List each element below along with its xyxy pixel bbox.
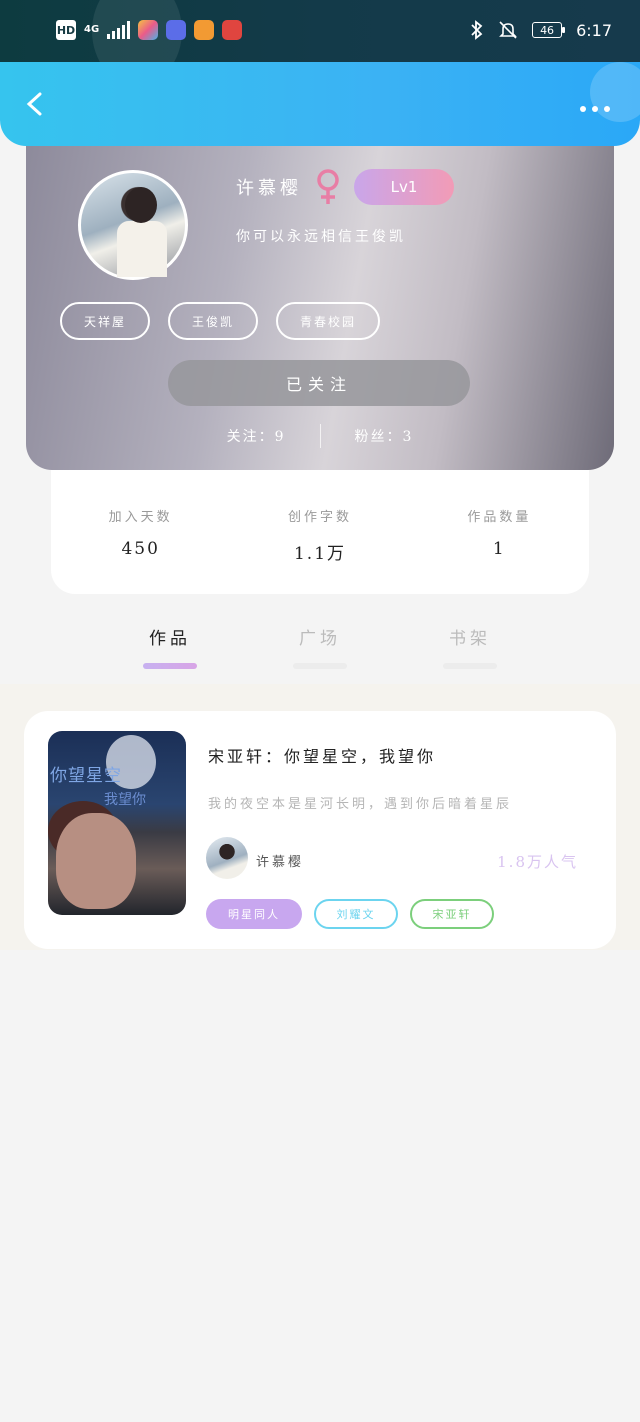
fans-label: 粉丝： — [354, 429, 403, 445]
music-app-icon — [166, 20, 187, 40]
stat-join-days: 加入天数 450 — [51, 470, 230, 594]
tab-label: 作品 — [149, 629, 191, 649]
female-icon — [317, 169, 339, 204]
cover-text: 你望星空 — [50, 766, 122, 786]
name-row: 许慕樱 Lv1 — [236, 168, 454, 206]
tab-underline — [143, 663, 197, 669]
header-decoration — [590, 62, 640, 122]
stat-word-count: 创作字数 1.1万 — [230, 470, 409, 594]
stats-divider — [319, 424, 321, 448]
work-card[interactable]: 你望星空 我望你 宋亚轩：你望星空，我望你 我的夜空本是星河长明，遇到你后暗着星… — [24, 711, 616, 949]
chevron-left-icon[interactable] — [24, 92, 48, 116]
signal-icon — [107, 21, 131, 39]
bluetooth-icon — [471, 20, 483, 40]
username: 许慕樱 — [236, 178, 302, 199]
stat-label: 创作字数 — [287, 510, 352, 525]
work-title[interactable]: 宋亚轩：你望星空，我望你 — [208, 743, 436, 767]
mute-bell-icon — [499, 21, 517, 39]
work-tags: 明星同人 刘耀文 宋亚轩 — [206, 899, 494, 929]
stat-value: 1 — [492, 539, 506, 559]
stat-value: 1.1万 — [293, 544, 347, 564]
following-label: 关注： — [226, 429, 275, 445]
status-bar-right: 46 6:17 — [470, 20, 612, 40]
level-badge: Lv1 — [354, 169, 454, 205]
follow-stats: 关注：9 粉丝：3 — [26, 424, 614, 448]
battery-icon: 46 — [532, 22, 566, 38]
tab-square[interactable]: 广场 — [290, 610, 350, 684]
tab-works[interactable]: 作品 — [140, 610, 200, 684]
tab-bookshelf[interactable]: 书架 — [440, 610, 500, 684]
cover-text: 我望你 — [104, 792, 146, 808]
avatar[interactable] — [78, 170, 188, 280]
more-dots-icon[interactable] — [580, 106, 610, 112]
profile-tag[interactable]: 天祥屋 — [60, 302, 151, 340]
motto: 你可以永远相信王俊凯 — [236, 229, 406, 245]
stat-label: 作品数量 — [467, 510, 532, 525]
follow-button[interactable]: 已关注 — [168, 360, 470, 406]
stat-works-count: 作品数量 1 — [410, 470, 589, 594]
hd-icon: HD — [56, 20, 76, 40]
tab-label: 广场 — [299, 629, 341, 649]
profile-tag[interactable]: 王俊凯 — [168, 302, 259, 340]
network-type: 4G — [84, 24, 100, 35]
tab-underline — [293, 663, 347, 669]
author-avatar[interactable] — [206, 837, 248, 879]
fans-count: 3 — [402, 429, 414, 445]
work-tag[interactable]: 宋亚轩 — [410, 899, 494, 929]
tab-underline — [443, 663, 497, 669]
tab-label: 书架 — [449, 629, 491, 649]
stat-label: 加入天数 — [108, 510, 173, 525]
fans-stat[interactable]: 粉丝：3 — [355, 426, 414, 446]
profile-tags: 天祥屋 王俊凯 青春校园 — [60, 302, 381, 340]
top-app-bar — [0, 62, 640, 146]
following-count: 9 — [274, 429, 286, 445]
author-name[interactable]: 许慕樱 — [256, 851, 304, 870]
popularity-count: 1.8万人气 — [497, 853, 578, 871]
status-bar: HD 4G 46 6:17 — [0, 0, 640, 86]
status-bar-left: HD 4G — [56, 20, 243, 40]
work-summary: 我的夜空本是星河长明，遇到你后暗着星辰 — [208, 797, 513, 812]
stat-value: 450 — [121, 539, 160, 559]
profile-card: 许慕樱 Lv1 你可以永远相信王俊凯 天祥屋 王俊凯 青春校园 已关注 关注：9… — [26, 140, 614, 470]
creator-stats-card: 加入天数 450 创作字数 1.1万 作品数量 1 — [51, 470, 589, 594]
work-tag[interactable]: 明星同人 — [206, 899, 302, 929]
video-app-icon — [194, 20, 215, 40]
profile-tag[interactable]: 青春校园 — [276, 302, 381, 340]
following-stat[interactable]: 关注：9 — [227, 426, 286, 446]
tab-bar: 作品 广场 书架 — [0, 610, 640, 684]
huawei-app-icon — [222, 20, 243, 40]
work-cover-image[interactable]: 你望星空 我望你 — [48, 731, 186, 915]
clock: 6:17 — [576, 20, 612, 40]
work-tag[interactable]: 刘耀文 — [314, 899, 398, 929]
app-notification-icon — [138, 20, 159, 40]
